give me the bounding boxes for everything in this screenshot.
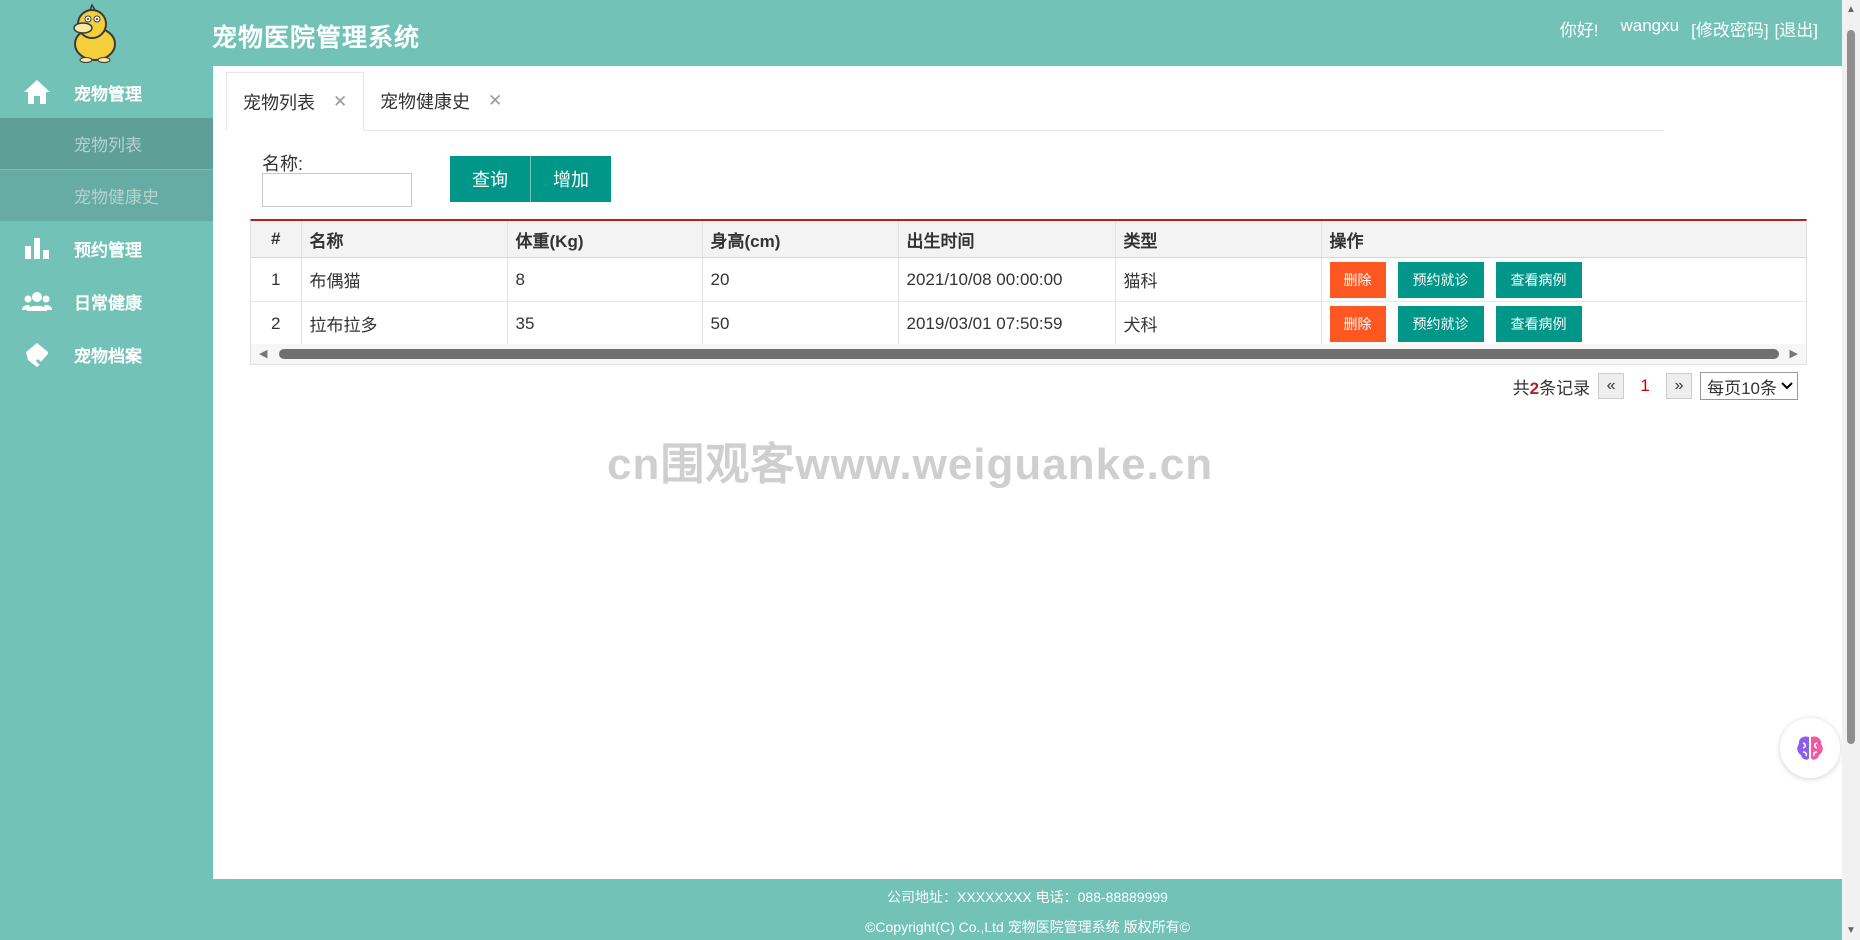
page-vertical-scrollbar[interactable]: ▲ ▼ bbox=[1842, 0, 1860, 940]
cell-index: 1 bbox=[251, 257, 302, 302]
col-header-name: 名称 bbox=[301, 221, 508, 258]
username-text: wangxu bbox=[1620, 16, 1680, 35]
col-header-height: 身高(cm) bbox=[702, 221, 899, 258]
home-icon bbox=[22, 77, 52, 107]
sidebar-item-label: 日常健康 bbox=[74, 293, 142, 313]
scroll-left-arrow-icon[interactable]: ◀ bbox=[259, 347, 267, 360]
sidebar-item-pet-list[interactable]: 宠物列表 bbox=[0, 118, 213, 169]
scrollbar-thumb[interactable] bbox=[1847, 30, 1855, 744]
bar-chart-icon bbox=[22, 233, 52, 263]
scroll-up-arrow-icon[interactable]: ▲ bbox=[1846, 4, 1856, 15]
query-button[interactable]: 查询 bbox=[450, 156, 530, 202]
cell-name: 布偶猫 bbox=[301, 257, 508, 302]
cell-index: 2 bbox=[251, 301, 302, 346]
tab-label: 宠物健康史 bbox=[380, 91, 470, 112]
tab-pet-health-history[interactable]: 宠物健康史 ✕ bbox=[364, 72, 518, 129]
users-icon bbox=[22, 286, 52, 316]
cell-actions: 删除 预约就诊 查看病例 bbox=[1321, 257, 1807, 302]
sidebar-item-daily-health[interactable]: 日常健康 bbox=[0, 275, 213, 327]
delete-button[interactable]: 删除 bbox=[1329, 305, 1386, 342]
footer-copyright: ©Copyright(C) Co.,Ltd 宠物医院管理系统 版权所有© bbox=[865, 919, 1190, 935]
sidebar-item-label: 预约管理 bbox=[74, 240, 142, 260]
view-cases-button[interactable]: 查看病例 bbox=[1495, 305, 1582, 342]
delete-button[interactable]: 删除 bbox=[1329, 261, 1386, 298]
scrollbar-thumb[interactable] bbox=[279, 349, 1779, 359]
sidebar-item-pet-health-history[interactable]: 宠物健康史 bbox=[0, 170, 213, 221]
table-horizontal-scrollbar[interactable]: ◀ ▶ bbox=[251, 344, 1806, 364]
close-icon[interactable]: ✕ bbox=[333, 92, 347, 112]
footer: 公司地址：XXXXXXXX 电话：088-88889999 ©Copyright… bbox=[213, 879, 1842, 940]
view-cases-button[interactable]: 查看病例 bbox=[1495, 261, 1582, 298]
cell-actions: 删除 预约就诊 查看病例 bbox=[1321, 301, 1807, 346]
tab-pet-list[interactable]: 宠物列表 ✕ bbox=[226, 72, 365, 131]
col-header-index: # bbox=[251, 221, 302, 258]
cell-name: 拉布拉多 bbox=[301, 301, 508, 346]
col-header-actions: 操作 bbox=[1321, 221, 1807, 258]
page-size-select[interactable]: 每页10条 bbox=[1700, 372, 1798, 400]
appointment-button[interactable]: 预约就诊 bbox=[1397, 261, 1484, 298]
col-header-weight: 体重(Kg) bbox=[507, 221, 703, 258]
sidebar-item-pet-management[interactable]: 宠物管理 bbox=[0, 66, 213, 118]
sidebar-item-pet-records[interactable]: 宠物档案 bbox=[0, 328, 213, 380]
table-header-row: # 名称 体重(Kg) 身高(cm) 出生时间 类型 操作 bbox=[251, 221, 1807, 258]
cell-weight: 8 bbox=[507, 257, 703, 302]
top-header: 宠物医院管理系统 你好! wangxu [修改密码] [退出] bbox=[0, 0, 1842, 66]
logout-link[interactable]: [退出] bbox=[1775, 16, 1818, 41]
cell-weight: 35 bbox=[507, 301, 703, 346]
sidebar-item-appointments[interactable]: 预约管理 bbox=[0, 222, 213, 274]
footer-address: 公司地址：XXXXXXXX 电话：088-88889999 bbox=[887, 889, 1168, 905]
sidebar: 宠物管理 宠物列表 宠物健康史 预约管理 日常健康 宠物档案 bbox=[0, 66, 213, 940]
add-button[interactable]: 增加 bbox=[530, 156, 611, 202]
chevron-down-icon bbox=[1781, 382, 1793, 390]
col-header-type: 类型 bbox=[1115, 221, 1322, 258]
cell-height: 20 bbox=[702, 257, 899, 302]
cell-birth: 2021/10/08 00:00:00 bbox=[898, 257, 1116, 302]
sidebar-item-label: 宠物健康史 bbox=[74, 188, 159, 207]
col-header-birth: 出生时间 bbox=[898, 221, 1116, 258]
table-row: 1 布偶猫 8 20 2021/10/08 00:00:00 猫科 删除 预约就… bbox=[251, 257, 1807, 302]
user-area: 你好! wangxu [修改密码] [退出] bbox=[1560, 16, 1818, 41]
pet-record-icon bbox=[22, 339, 52, 369]
logo-duck-icon bbox=[68, 3, 122, 64]
sidebar-item-label: 宠物列表 bbox=[74, 136, 142, 155]
floating-assistant-button[interactable] bbox=[1780, 718, 1840, 778]
scroll-down-arrow-icon[interactable]: ▼ bbox=[1846, 925, 1856, 936]
brain-icon bbox=[1797, 736, 1823, 760]
pet-table: # 名称 体重(Kg) 身高(cm) 出生时间 类型 操作 1 布偶猫 8 20… bbox=[250, 219, 1807, 365]
prev-page-button[interactable]: « bbox=[1598, 373, 1625, 399]
app-title: 宠物医院管理系统 bbox=[212, 24, 421, 52]
cell-height: 50 bbox=[702, 301, 899, 346]
current-page[interactable]: 1 bbox=[1632, 376, 1658, 396]
sidebar-item-label: 宠物档案 bbox=[74, 346, 142, 366]
tab-label: 宠物列表 bbox=[243, 92, 315, 113]
table-row: 2 拉布拉多 35 50 2019/03/01 07:50:59 犬科 删除 预… bbox=[251, 301, 1807, 346]
next-page-button[interactable]: » bbox=[1666, 373, 1693, 399]
cell-type: 犬科 bbox=[1115, 301, 1322, 346]
sidebar-item-label: 宠物管理 bbox=[74, 84, 142, 104]
cell-type: 猫科 bbox=[1115, 257, 1322, 302]
greeting-text: 你好! bbox=[1559, 21, 1599, 40]
scroll-right-arrow-icon[interactable]: ▶ bbox=[1790, 347, 1798, 360]
close-icon[interactable]: ✕ bbox=[488, 91, 502, 111]
change-password-link[interactable]: [修改密码] bbox=[1691, 16, 1768, 41]
appointment-button[interactable]: 预约就诊 bbox=[1397, 305, 1484, 342]
tab-bar: 宠物列表 ✕ 宠物健康史 ✕ bbox=[226, 72, 1664, 131]
watermark-text: cn围观客www.weiguanke.cn bbox=[607, 440, 1214, 489]
pagination: 共2条记录 « 1 » 每页10条 bbox=[1513, 372, 1798, 400]
cell-birth: 2019/03/01 07:50:59 bbox=[898, 301, 1116, 346]
total-records: 共2条记录 bbox=[1512, 378, 1591, 398]
name-search-input[interactable] bbox=[262, 173, 412, 207]
search-button-group: 查询 增加 bbox=[450, 156, 611, 202]
